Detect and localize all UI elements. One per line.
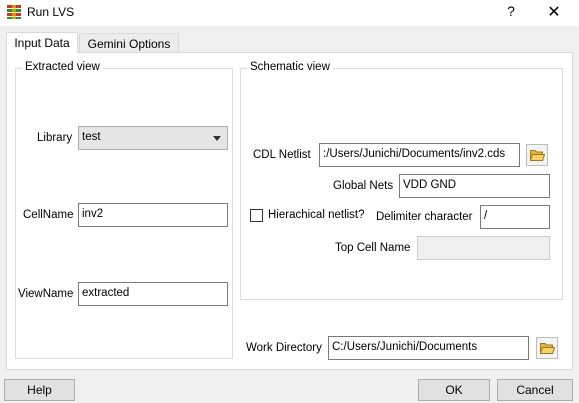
title-bar: Run LVS ? ✕ [0,0,579,26]
work-directory-browse-button[interactable] [536,337,558,359]
library-select[interactable]: test [78,126,228,150]
cdl-netlist-input[interactable]: :/Users/Junichi/Documents/inv2.cds [319,143,520,167]
window-title: Run LVS [27,5,75,19]
app-icon [6,4,22,20]
cdl-netlist-label: CDL Netlist [253,149,311,161]
top-cell-name-input[interactable] [417,236,550,260]
extracted-view-title: Extracted view [22,61,103,73]
delimiter-input[interactable]: / [480,205,550,229]
delimiter-label: Delimiter character [376,211,473,223]
close-icon[interactable]: ✕ [546,2,562,22]
hierachical-label: Hierachical netlist? [268,209,365,221]
chevron-down-icon [213,136,221,141]
work-directory-label: Work Directory [246,342,322,354]
top-cell-name-label: Top Cell Name [335,242,411,254]
global-nets-label: Global Nets [333,180,394,192]
hierachical-checkbox[interactable] [250,209,263,222]
cdl-browse-button[interactable] [526,144,548,166]
viewname-label: ViewName [18,288,74,300]
cellname-label: CellName [23,209,74,221]
tab-panel: Extracted view Library test CellName inv… [6,52,573,370]
folder-open-icon [530,150,545,161]
help-button[interactable]: Help [4,379,75,401]
ok-button[interactable]: OK [418,379,490,401]
library-value: test [82,131,101,143]
schematic-view-title: Schematic view [247,61,333,73]
tab-gemini-options[interactable]: Gemini Options [79,33,179,52]
help-icon[interactable]: ? [503,3,519,19]
cellname-input[interactable]: inv2 [78,203,228,227]
viewname-input[interactable]: extracted [78,282,228,306]
library-label: Library [37,132,73,144]
cancel-button[interactable]: Cancel [497,379,573,401]
global-nets-input[interactable]: VDD GND [399,174,550,198]
work-directory-input[interactable]: C:/Users/Junichi/Documents [328,336,529,360]
folder-open-icon [540,343,555,354]
tab-input-data[interactable]: Input Data [6,32,78,53]
